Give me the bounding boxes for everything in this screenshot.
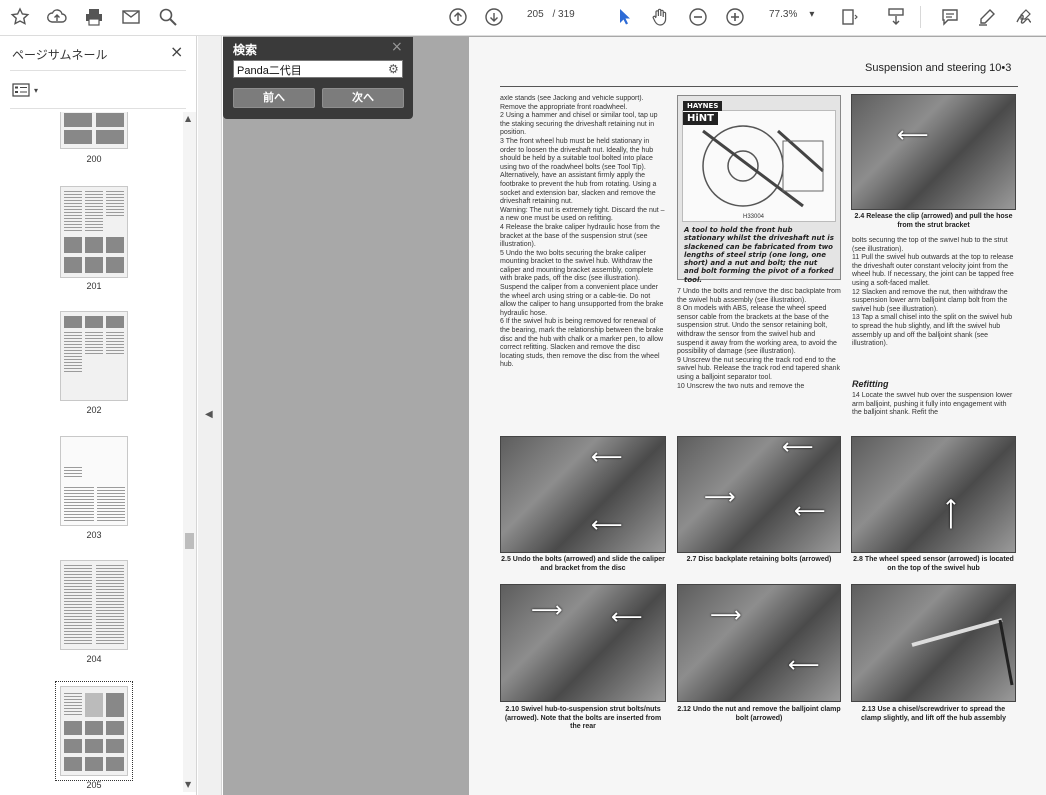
sign-icon[interactable] — [1012, 5, 1036, 29]
column-text: 14 Locate the swivel hub over the suspen… — [852, 392, 1013, 417]
select-arrow-icon[interactable] — [612, 5, 636, 29]
page-total: / 319 — [552, 9, 575, 20]
photo-2-13 — [851, 584, 1016, 702]
thumbnail-label: 204 — [86, 654, 102, 664]
hint-caption: A tool to hold the front hub stationary … — [684, 226, 834, 284]
column-text: 7 Undo the bolts and remove the disc bac… — [677, 288, 841, 390]
page-thumbnail-selected[interactable] — [55, 681, 133, 781]
close-icon[interactable]: × — [170, 42, 183, 61]
zoom-level[interactable]: 77.3% ▾ — [769, 9, 814, 20]
page-thumbnail[interactable] — [60, 311, 128, 401]
hint-illustration: H33004 — [682, 110, 836, 222]
comment-icon[interactable] — [938, 5, 962, 29]
arrow-icon: ⟵ — [782, 436, 814, 460]
header-rule — [500, 86, 1018, 87]
collapse-panel-icon[interactable]: ◀ — [205, 409, 213, 420]
panel-divider — [10, 70, 186, 71]
panel-title: ページサムネール — [12, 48, 108, 62]
column-text: bolts securing the top of the swivel hub… — [852, 237, 1014, 348]
page-thumbnail[interactable] — [60, 186, 128, 278]
page-header: Suspension and steering 10•3 — [865, 62, 1012, 74]
arrow-icon: ⟶ — [710, 603, 742, 628]
arrow-icon: ⟵ — [591, 513, 623, 538]
page-thumbnail[interactable] — [60, 560, 128, 650]
zoom-out-icon[interactable] — [686, 5, 710, 29]
thumbnail-label: 205 — [86, 780, 102, 790]
toolbar-separator — [920, 6, 921, 28]
caption-2-13: 2.13 Use a chisel/screwdriver to spread … — [861, 706, 1006, 722]
list-options-icon — [12, 83, 30, 97]
thumbnail-options-button[interactable]: ▾ — [12, 82, 46, 98]
main-toolbar: 205 / 319 77.3% ▾ — [0, 0, 1046, 36]
page-thumbnail[interactable] — [60, 436, 128, 526]
page-current[interactable]: 205 — [527, 9, 544, 20]
hint-figure-id: H33004 — [743, 214, 765, 220]
scroll-mode-icon[interactable] — [884, 5, 908, 29]
next-result-button[interactable]: 次へ — [322, 88, 404, 108]
refitting-heading: Refitting — [852, 379, 889, 389]
photo-2-4: ⟵ — [851, 94, 1016, 210]
zoom-in-icon[interactable] — [723, 5, 747, 29]
search-zoom-icon[interactable] — [156, 5, 180, 29]
page-indicator[interactable]: 205 / 319 — [527, 9, 575, 20]
hint-logo: HiNT — [683, 112, 718, 125]
photo-2-7: ⟵ ⟶ ⟵ — [677, 436, 841, 553]
photo-2-12: ⟶ ⟵ — [677, 584, 841, 702]
thumbnail-label: 201 — [86, 281, 102, 291]
close-icon[interactable]: × — [391, 39, 403, 55]
caption-2-7: 2.7 Disc backplate retaining bolts (arro… — [686, 556, 832, 563]
panel-splitter[interactable]: ◀ — [198, 36, 222, 795]
thumbnail-label: 203 — [86, 530, 102, 540]
print-icon[interactable] — [82, 5, 106, 29]
arrow-icon: ⟵ — [788, 653, 820, 678]
search-input[interactable]: Panda二代目 — [233, 60, 403, 78]
arrow-icon: ⟵ — [611, 605, 643, 630]
panel-divider — [10, 108, 186, 109]
mail-icon[interactable] — [119, 5, 143, 29]
scroll-down-icon[interactable]: ▼ — [185, 780, 191, 789]
arrow-icon: ⟵ — [897, 123, 929, 148]
previous-result-button[interactable]: 前へ — [233, 88, 315, 108]
caption-2-10: 2.10 Swivel hub-to-suspension strut bolt… — [504, 706, 662, 730]
thumbnail-scrollbar[interactable]: ▲ ▼ — [183, 112, 196, 792]
arrow-icon: ⟶ — [704, 485, 736, 510]
caption-2-8: 2.8 The wheel speed sensor (arrowed) is … — [853, 556, 1014, 572]
scroll-up-icon[interactable]: ▲ — [185, 114, 191, 123]
page-thumbnail[interactable] — [60, 112, 128, 149]
page-up-icon[interactable] — [446, 5, 470, 29]
gear-icon[interactable]: ⚙ — [388, 62, 399, 76]
arrow-icon: ⟶ — [531, 598, 563, 623]
hand-icon[interactable] — [648, 5, 672, 29]
photo-2-10: ⟶ ⟵ — [500, 584, 666, 702]
fit-page-icon[interactable] — [838, 5, 862, 29]
page-down-icon[interactable] — [482, 5, 506, 29]
caption-2-12: 2.12 Undo the nut and remove the balljoi… — [677, 706, 841, 722]
upload-icon[interactable] — [45, 5, 69, 29]
photo-2-5: ⟵ ⟵ — [500, 436, 666, 553]
hint-label: HAYNES — [683, 101, 723, 111]
thumbnail-label: 202 — [86, 405, 102, 415]
caption-2-5: 2.5 Undo the bolts (arrowed) and slide t… — [501, 556, 665, 572]
arrow-icon: ⟵ — [591, 445, 623, 470]
find-title: 検索 — [233, 43, 258, 57]
thumbnail-list: 200 201 202 203 204 205 — [0, 112, 182, 792]
find-panel: 検索 × Panda二代目 ⚙ 前へ 次へ — [223, 37, 413, 119]
arrow-icon: ⟵ — [794, 499, 826, 524]
thumbnail-label: 200 — [86, 154, 102, 164]
arrow-icon: ⟵ — [937, 498, 963, 530]
haynes-hint-box: H33004 HAYNES HiNT A tool to hold the fr… — [677, 95, 841, 284]
caption-2-4: 2.4 Release the clip (arrowed) and pull … — [854, 213, 1013, 229]
star-icon[interactable] — [8, 5, 32, 29]
highlight-icon[interactable] — [975, 5, 999, 29]
thumbnail-panel: ページサムネール × ▾ 200 201 202 203 204 205 ▲ ▼ — [0, 36, 197, 795]
photo-2-8: ⟵ — [851, 436, 1016, 553]
scrollbar-thumb[interactable] — [185, 533, 194, 549]
column-text: axle stands (see Jacking and vehicle sup… — [500, 95, 665, 369]
